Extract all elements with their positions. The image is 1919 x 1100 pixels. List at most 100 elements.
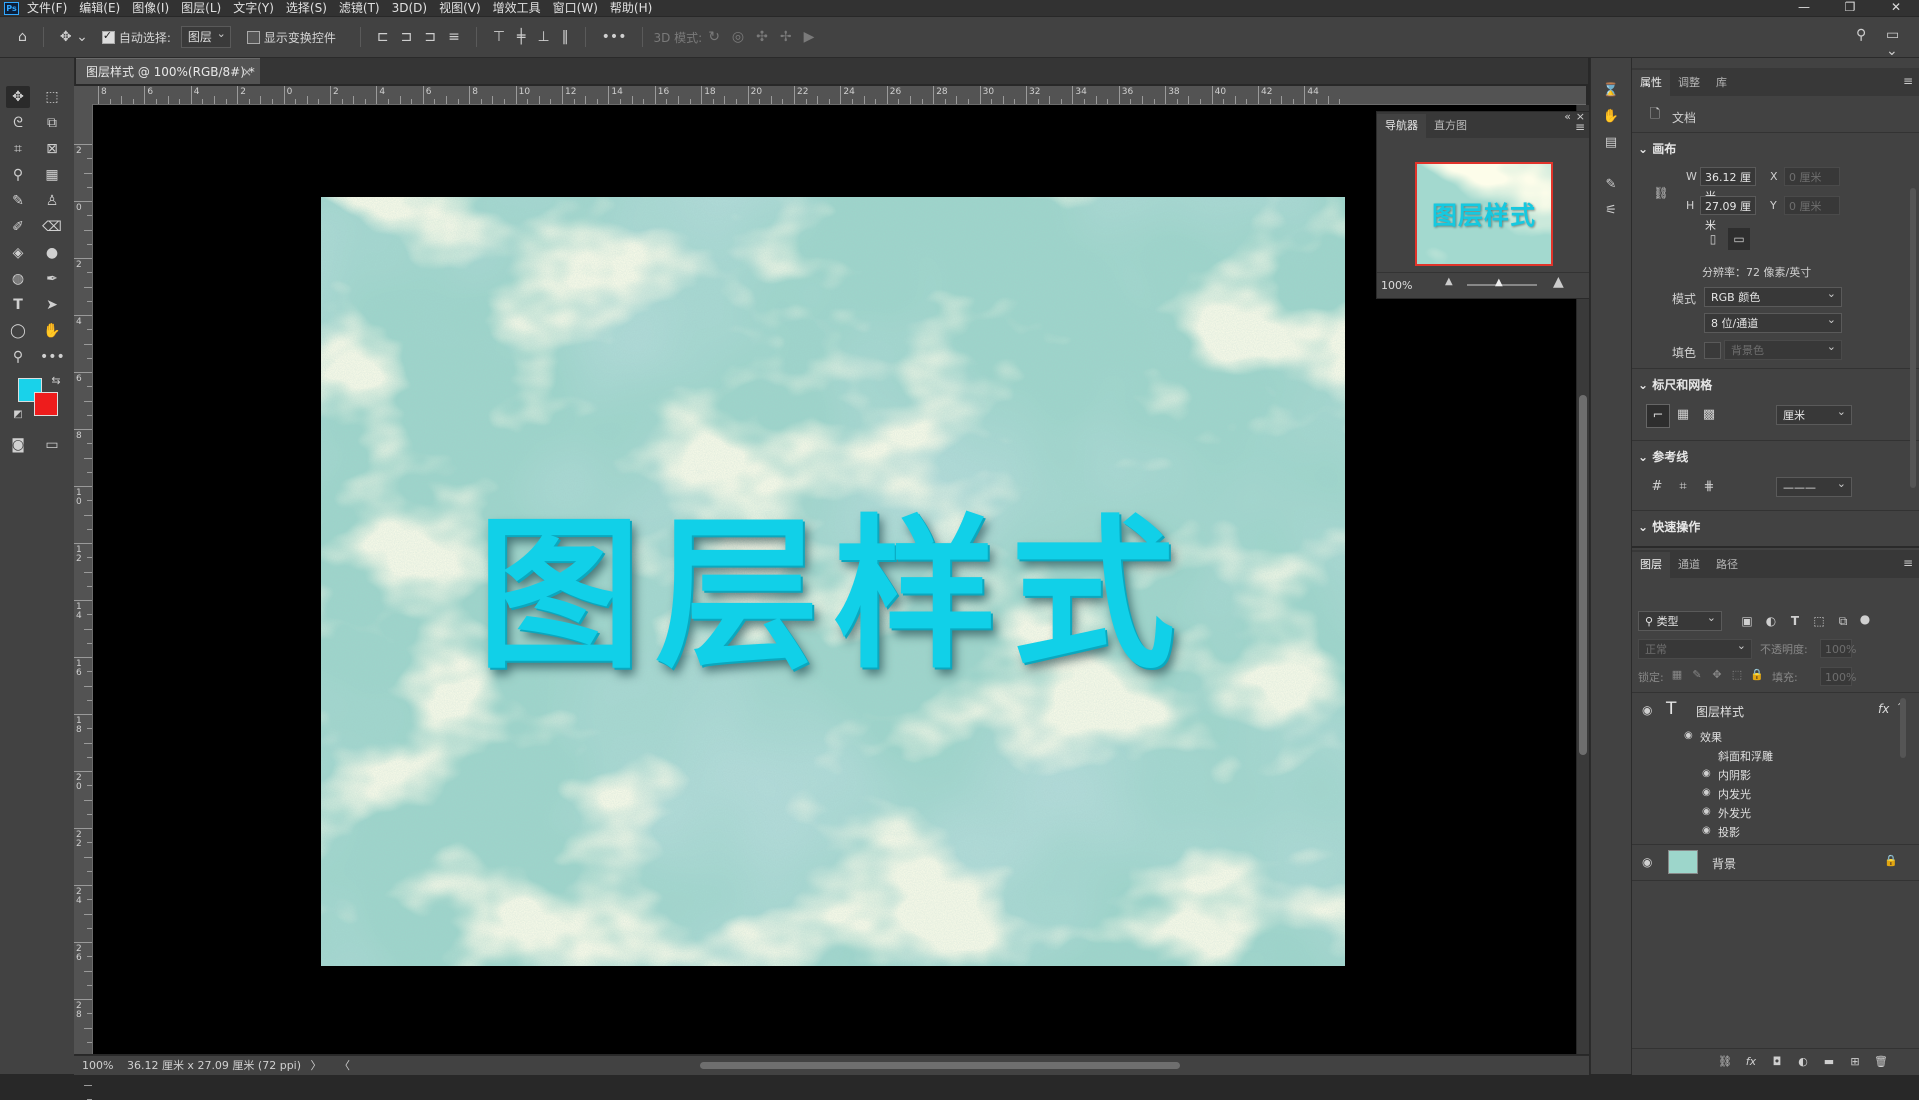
menu-help[interactable]: 帮助(H) <box>610 0 652 16</box>
rulers-grid-section-header[interactable]: ⌄ 标尺和网格 <box>1638 376 1712 393</box>
swap-colors-icon[interactable]: ⇆ <box>44 370 68 392</box>
navigator-zoom-value[interactable]: 100% <box>1381 279 1412 292</box>
link-layers-icon[interactable]: ⛓ <box>1714 1051 1736 1073</box>
panel-menu-icon[interactable]: ≡ <box>1575 120 1585 134</box>
height-field[interactable]: 27.09 厘米 <box>1700 196 1756 232</box>
eyedropper-tool-icon[interactable]: ⚲ <box>6 164 30 186</box>
type-tool-icon[interactable]: T <box>6 294 30 316</box>
zoom-out-icon[interactable]: ▲ <box>1445 276 1453 287</box>
landscape-orientation-icon[interactable]: ▭ <box>1728 228 1750 250</box>
tab-paths[interactable]: 路径 <box>1708 552 1746 578</box>
guide-layout-icon[interactable]: ⋕ <box>1698 476 1720 498</box>
tab-navigator[interactable]: 导航器 <box>1377 114 1426 138</box>
effects-eye-icon[interactable]: ◉ <box>1684 730 1693 741</box>
navigator-thumbnail[interactable]: 图层样式 <box>1415 162 1553 266</box>
bit-depth-dropdown[interactable]: 8 位/通道 <box>1704 310 1842 333</box>
x-field[interactable]: 0 厘米 <box>1784 167 1840 186</box>
dodge-tool-icon[interactable]: ◍ <box>6 268 30 290</box>
filter-pixel-icon[interactable]: ▣ <box>1736 610 1758 632</box>
drop-shadow-eye-icon[interactable]: ◉ <box>1702 825 1711 836</box>
effect-row-bevel[interactable]: 斜面和浮雕 <box>1632 747 1912 765</box>
hand-tool-icon[interactable]: ✋ <box>40 320 64 342</box>
history-brush-tool-icon[interactable]: ✐ <box>6 216 30 238</box>
grid-toggle-icon[interactable]: ▦ <box>1672 404 1694 426</box>
screen-mode-icon[interactable]: ▭ <box>40 434 64 456</box>
fill-opacity-field[interactable]: 100% <box>1820 667 1856 686</box>
align-vcenter-icon[interactable]: ╪ <box>517 29 525 45</box>
zoom-tool-icon[interactable]: ⚲ <box>6 346 30 368</box>
close-tab-icon[interactable]: × <box>242 59 252 85</box>
layer-name-text[interactable]: 图层样式 <box>1696 703 1744 720</box>
background-color-swatch[interactable] <box>34 392 58 416</box>
minimize-button[interactable]: — <box>1781 0 1827 16</box>
lock-pixels-icon[interactable]: ✎ <box>1686 664 1708 686</box>
comments-panel-icon[interactable]: ▤ <box>1600 132 1622 154</box>
tab-properties[interactable]: 属性 <box>1632 70 1670 96</box>
tab-channels[interactable]: 通道 <box>1670 552 1708 578</box>
canvas-section-header[interactable]: ⌄ 画布 <box>1638 140 1676 157</box>
horizontal-scroll-thumb[interactable] <box>700 1062 1180 1069</box>
delete-layer-icon[interactable]: 🗑 <box>1870 1051 1892 1073</box>
background-lock-icon[interactable]: 🔒 <box>1884 854 1898 867</box>
background-visibility-eye-icon[interactable]: ◉ <box>1642 855 1652 869</box>
add-style-icon[interactable]: fx <box>1740 1051 1762 1073</box>
quick-actions-section-header[interactable]: ⌄ 快速操作 <box>1638 518 1700 535</box>
3d-orbit-icon[interactable]: ↻ <box>708 29 720 45</box>
tab-libraries[interactable]: 库 <box>1708 70 1735 96</box>
inner-glow-eye-icon[interactable]: ◉ <box>1702 787 1711 798</box>
menu-file[interactable]: 文件(F) <box>27 0 67 16</box>
opacity-field[interactable]: 100% <box>1820 639 1856 658</box>
tab-layers[interactable]: 图层 <box>1632 552 1670 578</box>
blend-mode-dropdown[interactable]: 正常 <box>1638 636 1752 659</box>
outer-glow-eye-icon[interactable]: ◉ <box>1702 806 1711 817</box>
layer-visibility-eye-icon[interactable]: ◉ <box>1642 703 1652 717</box>
align-hcenter-icon[interactable]: ⊐ <box>401 29 413 45</box>
menu-type[interactable]: 文字(Y) <box>233 0 274 16</box>
guide-style-dropdown[interactable]: ——— <box>1776 474 1852 497</box>
add-mask-icon[interactable]: ◘ <box>1766 1051 1788 1073</box>
menu-plugins[interactable]: 增效工具 <box>493 0 541 16</box>
filter-shape-icon[interactable]: ⬚ <box>1808 610 1830 632</box>
frame-tool-icon[interactable]: ⊠ <box>40 138 64 160</box>
close-window-button[interactable]: ✕ <box>1873 0 1919 16</box>
quick-mask-icon[interactable]: ◙ <box>6 434 30 456</box>
menu-filter[interactable]: 滤镜(T) <box>339 0 380 16</box>
marquee-tool-icon[interactable]: ⬚ <box>40 86 64 108</box>
layers-scrollbar[interactable] <box>1900 698 1906 758</box>
distribute-vertical-icon[interactable]: ≡ <box>448 29 460 45</box>
blur-tool-icon[interactable]: ● <box>40 242 64 264</box>
zoom-in-icon[interactable]: ▲ <box>1553 274 1564 290</box>
auto-select-checkbox[interactable] <box>101 29 119 44</box>
plugins-panel-icon[interactable]: ✋ <box>1600 106 1622 128</box>
zoom-slider-thumb[interactable]: ▲ <box>1495 277 1503 288</box>
3d-slide-icon[interactable]: ✢ <box>780 29 792 45</box>
align-right-icon[interactable]: ⊐ <box>424 29 436 45</box>
canvas-heading-text[interactable]: 图层样式 <box>321 197 1345 966</box>
document-image[interactable]: 图层样式 <box>321 197 1345 966</box>
layer-fx-icon[interactable]: fx <box>1878 702 1889 716</box>
effects-group-row[interactable]: ◉ 效果 <box>1632 728 1912 746</box>
lock-all-icon[interactable]: 🔒 <box>1746 664 1768 686</box>
layer-filter-dropdown[interactable]: ⚲ 类型 <box>1638 608 1722 631</box>
history-panel-icon[interactable]: ⌛ <box>1600 80 1622 102</box>
spot-healing-tool-icon[interactable]: ▦ <box>40 164 64 186</box>
align-top-icon[interactable]: ⊤ <box>493 29 505 45</box>
lock-artboard-icon[interactable]: ⬚ <box>1726 664 1748 686</box>
layer-row-text[interactable]: ◉ T 图层样式 fx ⌃ <box>1632 694 1912 726</box>
auto-select-dropdown[interactable]: 图层 <box>180 24 231 48</box>
vertical-scroll-thumb[interactable] <box>1579 395 1587 755</box>
status-zoom[interactable]: 100% <box>82 1059 113 1072</box>
ellipse-tool-icon[interactable]: ◯ <box>6 320 30 342</box>
width-field[interactable]: 36.12 厘米 <box>1700 167 1756 203</box>
more-options-icon[interactable]: ••• <box>602 29 627 45</box>
tab-histogram[interactable]: 直方图 <box>1426 114 1475 138</box>
brush-settings-icon[interactable]: ✎ <box>1600 174 1622 196</box>
restore-button[interactable]: ❐ <box>1827 0 1873 16</box>
crop-tool-icon[interactable]: ⌗ <box>6 138 30 160</box>
workspace-icon[interactable]: ▭ ⌄ <box>1886 27 1913 59</box>
default-colors-icon[interactable]: ◩ <box>6 404 30 426</box>
link-dimensions-icon[interactable]: ⛓ <box>1650 182 1672 204</box>
paint-bucket-tool-icon[interactable]: ◈ <box>6 242 30 264</box>
path-select-tool-icon[interactable]: ➤ <box>40 294 64 316</box>
layer-row-background[interactable]: ◉ 背景 🔒 <box>1632 846 1912 878</box>
